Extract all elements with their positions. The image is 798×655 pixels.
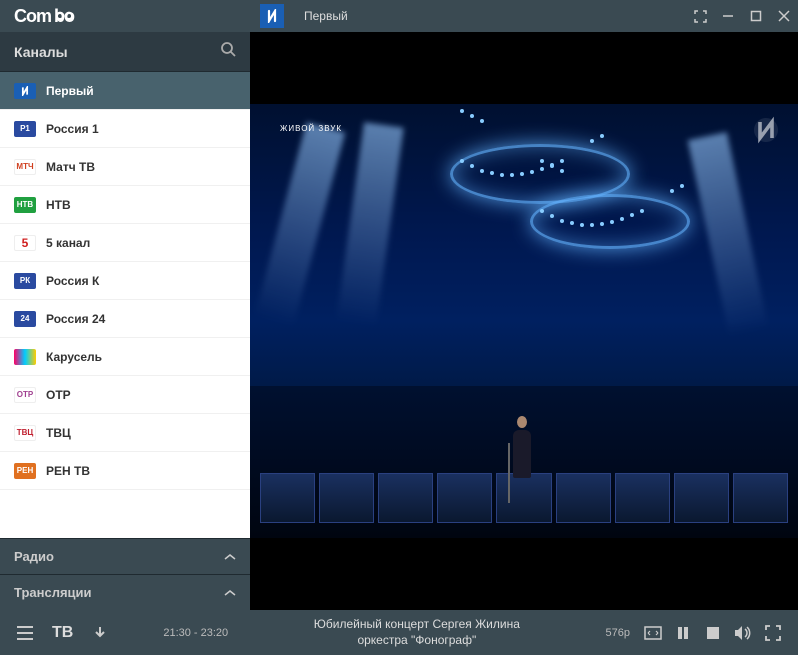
channel-name: ОТР: [46, 388, 71, 402]
section-title: Радио: [14, 549, 224, 564]
sidebar-section-radio[interactable]: Радио: [0, 538, 250, 574]
titlebar: Com bo Первый: [0, 0, 798, 32]
channel-watermark-icon: [752, 116, 780, 144]
live-badge: ЖИВОЙ ЗВУК: [280, 124, 342, 133]
channel-item-rossiya1[interactable]: Р1 Россия 1: [0, 110, 250, 148]
expand-button[interactable]: [686, 0, 714, 32]
channel-item-otr[interactable]: ОТР ОТР: [0, 376, 250, 414]
chevron-up-icon: [224, 589, 236, 597]
channel-name: РЕН ТВ: [46, 464, 90, 478]
aspect-ratio-icon[interactable]: [638, 618, 668, 648]
mode-label[interactable]: ТВ: [52, 624, 73, 642]
chevron-up-icon: [224, 553, 236, 561]
channel-icon: Р1: [14, 121, 36, 137]
channel-icon: [14, 83, 36, 99]
app-logo: Com bo: [0, 7, 114, 25]
titlebar-channel-icon: [260, 4, 284, 28]
channel-name: Россия К: [46, 274, 99, 288]
channel-icon: РК: [14, 273, 36, 289]
channel-item-5kanal[interactable]: 5 5 канал: [0, 224, 250, 262]
channel-item-ntv[interactable]: НТВ НТВ: [0, 186, 250, 224]
channel-icon: [14, 349, 36, 365]
channel-item-rossiyak[interactable]: РК Россия К: [0, 262, 250, 300]
pause-icon[interactable]: [668, 618, 698, 648]
download-icon[interactable]: [85, 618, 115, 648]
channel-name: Первый: [46, 84, 94, 98]
channel-name: 5 канал: [46, 236, 90, 250]
channel-item-karusel[interactable]: Карусель: [0, 338, 250, 376]
channel-item-matchtv[interactable]: МТЧ Матч ТВ: [0, 148, 250, 186]
channel-name: НТВ: [46, 198, 71, 212]
channel-name: Россия 1: [46, 122, 99, 136]
titlebar-channel-name: Первый: [304, 9, 348, 23]
channel-name: ТВЦ: [46, 426, 71, 440]
channel-icon: ОТР: [14, 387, 36, 403]
channel-item-rossiya24[interactable]: 24 Россия 24: [0, 300, 250, 338]
fullscreen-icon[interactable]: [758, 618, 788, 648]
channel-icon: ТВЦ: [14, 425, 36, 441]
close-button[interactable]: [770, 0, 798, 32]
volume-icon[interactable]: [728, 618, 758, 648]
channel-icon: 5: [14, 235, 36, 251]
svg-text:Com: Com: [14, 7, 51, 25]
sidebar: Каналы Первый Р1 Россия 1 МТЧ Матч ТВ НТ…: [0, 32, 250, 610]
channel-icon: РЕН: [14, 463, 36, 479]
channel-item-perviy[interactable]: Первый: [0, 72, 250, 110]
minimize-button[interactable]: [714, 0, 742, 32]
section-title: Трансляции: [14, 585, 224, 600]
channel-name: Россия 24: [46, 312, 105, 326]
channel-item-rentv[interactable]: РЕН РЕН ТВ: [0, 452, 250, 490]
video-frame: ЖИВОЙ ЗВУК: [250, 104, 798, 538]
menu-icon[interactable]: [10, 618, 40, 648]
channel-name: Карусель: [46, 350, 102, 364]
channel-icon: МТЧ: [14, 159, 36, 175]
stop-icon[interactable]: [698, 618, 728, 648]
program-title: Юбилейный концерт Сергея Жилина оркестра…: [228, 617, 605, 648]
quality-label[interactable]: 576p: [606, 627, 630, 639]
sidebar-section-broadcasts[interactable]: Трансляции: [0, 574, 250, 610]
maximize-button[interactable]: [742, 0, 770, 32]
video-area[interactable]: ЖИВОЙ ЗВУК: [250, 32, 798, 610]
channel-list: Первый Р1 Россия 1 МТЧ Матч ТВ НТВ НТВ 5…: [0, 72, 250, 538]
channel-icon: 24: [14, 311, 36, 327]
channel-name: Матч ТВ: [46, 160, 95, 174]
sidebar-header: Каналы: [0, 32, 250, 72]
time-range: 21:30 - 23:20: [163, 627, 228, 639]
channel-icon: НТВ: [14, 197, 36, 213]
channel-item-tvc[interactable]: ТВЦ ТВЦ: [0, 414, 250, 452]
sidebar-header-title: Каналы: [14, 44, 220, 60]
bottombar: ТВ 21:30 - 23:20 Юбилейный концерт Серге…: [0, 610, 798, 655]
search-icon[interactable]: [220, 41, 236, 62]
